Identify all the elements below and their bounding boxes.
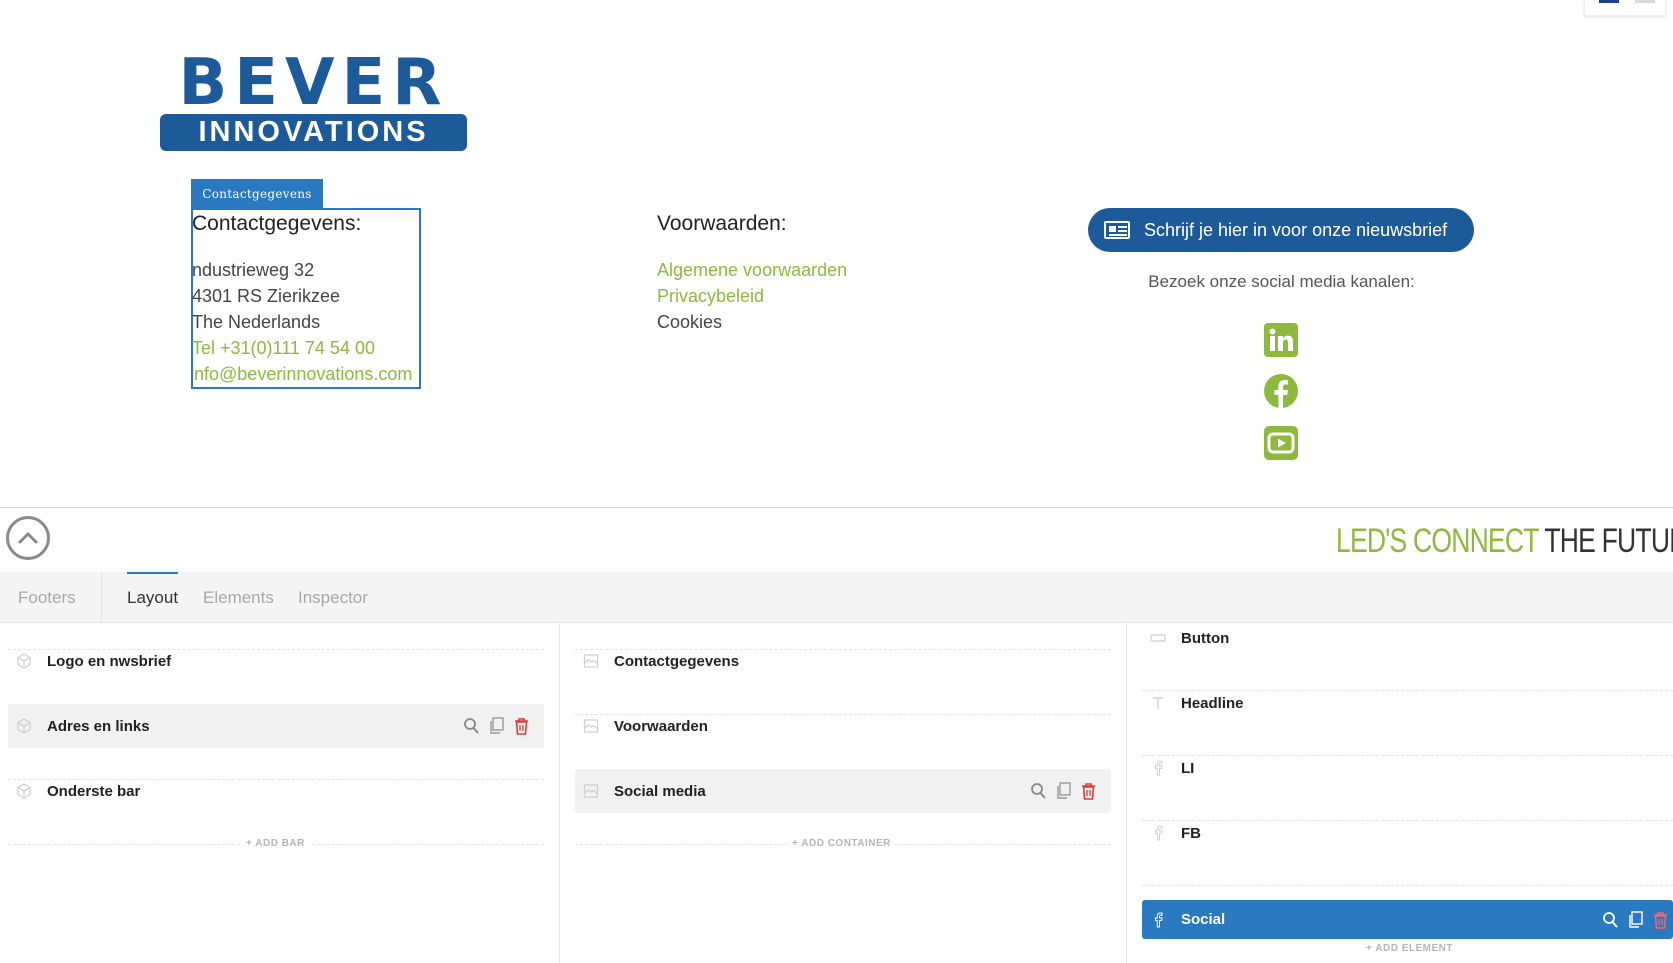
row-actions: [463, 717, 530, 735]
duplicate-icon[interactable]: [1055, 782, 1072, 800]
phone-link[interactable]: Tel +31(0)111 74 54 00: [192, 338, 375, 359]
duplicate-icon[interactable]: [1627, 910, 1644, 929]
container-icon: [583, 784, 599, 798]
add-element-button[interactable]: + ADD ELEMENT: [1362, 943, 1457, 954]
chevron-up-icon: [18, 531, 38, 544]
tab-inspector[interactable]: Inspector: [298, 572, 368, 623]
terms-link[interactable]: Algemene voorwaarden: [657, 260, 847, 281]
preview-divider: [0, 507, 1673, 508]
container-item-voorwaarden[interactable]: Voorwaarden: [575, 704, 1111, 748]
element-item-social[interactable]: Social: [1142, 900, 1673, 939]
language-switcher[interactable]: [1584, 0, 1666, 16]
search-icon[interactable]: [1602, 911, 1619, 929]
selected-container-tag[interactable]: Contactgegevens: [191, 179, 323, 209]
delete-icon[interactable]: [513, 717, 530, 735]
flag-icon[interactable]: [1635, 0, 1655, 3]
container-label: Social media: [614, 782, 706, 800]
bar-item-onderste-bar[interactable]: Onderste bar: [8, 769, 544, 813]
element-item-headline[interactable]: Headline: [1142, 681, 1673, 725]
bar-item-adres-en-links[interactable]: Adres en links: [8, 704, 544, 748]
delete-icon[interactable]: [1652, 911, 1669, 929]
row-actions: [1030, 782, 1097, 800]
slogan-part2: THE FUTURE: [1544, 522, 1673, 560]
address-line: ndustrieweg 32: [192, 260, 315, 280]
element-label: FB: [1181, 824, 1201, 842]
row-separator: [1142, 885, 1673, 886]
button-element-icon: [1150, 634, 1166, 642]
contact-title: Contactgegevens:: [192, 212, 362, 235]
container-label: Voorwaarden: [614, 717, 708, 735]
privacy-link[interactable]: Privacybeleid: [657, 286, 764, 307]
facebook-icon[interactable]: [1264, 374, 1298, 408]
column-divider: [559, 623, 560, 963]
cube-icon: [17, 653, 31, 669]
facebook-small-icon: [1155, 760, 1163, 776]
element-item-li[interactable]: LI: [1142, 746, 1673, 790]
tab-footers[interactable]: Footers: [18, 572, 76, 623]
bar-label: Logo en nwsbrief: [47, 652, 172, 670]
container-item-contactgegevens[interactable]: Contactgegevens: [575, 639, 1111, 683]
duplicate-icon[interactable]: [488, 717, 505, 735]
bar-item-logo-en-nwsbrief[interactable]: Logo en nwsbrief: [8, 639, 544, 683]
element-label: Button: [1181, 629, 1230, 647]
footer-builder-panel: Footers Layout Elements Inspector Logo e…: [0, 572, 1673, 963]
search-icon[interactable]: [463, 717, 480, 735]
element-item-button[interactable]: Button: [1142, 616, 1673, 660]
facebook-small-icon: [1155, 825, 1163, 841]
terms-title: Voorwaarden:: [657, 212, 787, 235]
delete-icon[interactable]: [1080, 782, 1097, 800]
cube-icon: [17, 718, 31, 734]
tab-layout[interactable]: Layout: [127, 572, 179, 623]
row-actions: [1602, 910, 1669, 929]
tab-elements[interactable]: Elements: [203, 572, 274, 623]
bar-label: Adres en links: [47, 717, 150, 735]
slogan-part1: LED'S CONNECT: [1336, 522, 1539, 560]
element-label: LI: [1181, 759, 1195, 777]
tab-divider: [101, 572, 102, 623]
newsletter-button[interactable]: Schrijf je hier in voor onze nieuwsbrief: [1088, 208, 1474, 252]
element-item-fb[interactable]: FB: [1142, 811, 1673, 855]
container-icon: [583, 719, 599, 733]
footer-preview: BEVER INNOVATIONS Contactgegevens Contac…: [0, 0, 1673, 560]
search-icon[interactable]: [1030, 782, 1047, 800]
headline-icon: [1153, 697, 1163, 709]
newspaper-icon: [1104, 221, 1130, 239]
newsletter-button-label: Schrijf je hier in voor onze nieuwsbrief: [1144, 219, 1448, 240]
container-label: Contactgegevens: [614, 652, 740, 670]
youtube-icon[interactable]: [1264, 426, 1298, 460]
logo-sub-text: INNOVATIONS: [160, 114, 467, 151]
email-link[interactable]: nfo@beverinnovations.com: [194, 364, 412, 385]
linkedin-icon[interactable]: [1264, 323, 1298, 357]
cookies-link[interactable]: Cookies: [657, 312, 722, 333]
social-media-label: Bezoek onze social media kanalen:: [1148, 272, 1415, 291]
container-item-social-media[interactable]: Social media: [575, 769, 1111, 813]
column-divider: [1126, 623, 1127, 963]
bar-label: Onderste bar: [47, 782, 141, 800]
flag-icon[interactable]: [1599, 0, 1619, 3]
element-label: Social: [1181, 911, 1226, 928]
add-bar-button[interactable]: + ADD BAR: [242, 838, 309, 849]
cube-icon: [17, 783, 31, 799]
add-container-button[interactable]: + ADD CONTAINER: [788, 838, 895, 849]
element-label: Headline: [1181, 694, 1244, 712]
scroll-to-top-button[interactable]: [6, 516, 50, 560]
facebook-small-icon: [1155, 911, 1163, 927]
company-logo[interactable]: BEVER INNOVATIONS: [160, 46, 467, 152]
container-icon: [583, 654, 599, 668]
address-line: 4301 RS Zierikzee: [192, 286, 341, 306]
logo-brand-text: BEVER: [178, 46, 449, 120]
slogan: LED'S CONNECT THE FUTURE: [1336, 522, 1673, 561]
address-line: The Nederlands: [192, 312, 321, 332]
